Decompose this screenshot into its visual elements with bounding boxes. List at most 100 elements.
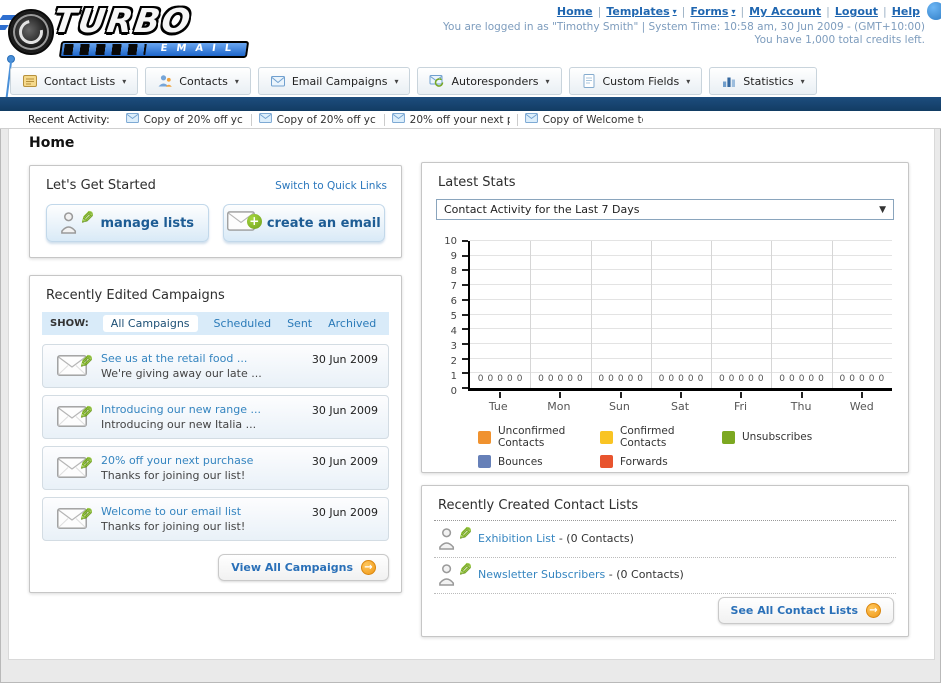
data-label-zero: 0 <box>697 374 704 384</box>
zero-value-group: 00000 <box>651 366 711 385</box>
activity-separator <box>250 113 252 126</box>
zero-value-group: 00000 <box>832 366 892 385</box>
header-link-home[interactable]: Home <box>557 5 593 18</box>
tab-autoresponders[interactable]: Autoresponders ▾ <box>417 67 562 95</box>
recent-activity-item[interactable]: Copy of 20% off yc <box>125 113 244 126</box>
gridline-h <box>470 254 892 256</box>
turbine-icon <box>8 9 54 55</box>
chart-ylabels: 0 1 2 3 4 5 6 7 8 9 10 <box>438 236 464 397</box>
y-tick-label: 4 <box>450 326 457 337</box>
login-info: You are logged in as "Timothy Smith" | S… <box>443 21 925 33</box>
pencil-icon: ✎ <box>78 505 93 525</box>
campaign-subtitle: We're giving away our late ... <box>101 367 262 380</box>
credits-info: You have 1,000 total credits left. <box>754 34 925 46</box>
see-all-contact-lists-button[interactable]: See All Contact Lists → <box>717 597 894 624</box>
gridline-h <box>470 269 892 271</box>
view-all-campaigns-button[interactable]: View All Campaigns → <box>218 554 389 581</box>
contact-list-item: ✎ Exhibition List - (0 Contacts) <box>434 522 896 558</box>
data-label-zero: 0 <box>818 374 824 384</box>
campaign-date: 30 Jun 2009 <box>311 455 378 468</box>
contact-list-name-link[interactable]: Exhibition List <box>478 532 555 545</box>
filter-archived[interactable]: Archived <box>328 317 376 330</box>
header-link-separator: | <box>740 5 745 18</box>
turbo-email-logo: TURBO EMAIL <box>0 1 268 61</box>
turbo-email-app: TURBO EMAIL Home | Templates ▾ | Forms ▾ | My Ac… <box>0 0 941 683</box>
manage-lists-label: manage lists <box>100 215 195 231</box>
contact-activity-chart: 0 1 2 3 4 5 6 7 8 9 10 000000000000000000000000000… <box>438 236 892 468</box>
contact-lists-icon <box>22 73 38 89</box>
navy-divider-bar <box>0 97 941 111</box>
create-email-label: create an email <box>266 215 381 231</box>
data-label-zero: 0 <box>516 374 523 384</box>
chart-days: Tue Mon Sun Sat Fri Thu Wed <box>468 391 892 415</box>
campaign-filterbar: SHOW: All Campaigns Scheduled Sent Archived <box>42 312 389 335</box>
filter-scheduled[interactable]: Scheduled <box>214 317 272 330</box>
campaign-title-link[interactable]: Introducing our new range ... <box>101 403 302 416</box>
tab-label: Contact Lists <box>44 74 116 88</box>
zero-value-group: 00000 <box>771 366 831 385</box>
switch-to-quick-links[interactable]: Switch to Quick Links <box>275 180 387 192</box>
header-link-logout[interactable]: Logout <box>835 5 878 18</box>
y-tick <box>462 357 468 360</box>
header-link-templates[interactable]: Templates ▾ <box>606 5 676 18</box>
tab-contacts[interactable]: Contacts ▾ <box>145 67 251 95</box>
contact-list-name-link[interactable]: Newsletter Subscribers <box>478 568 605 581</box>
data-label-zero: 0 <box>849 374 855 384</box>
speed-stripes <box>63 44 147 55</box>
campaign-title-link[interactable]: See us at the retail food ... <box>101 352 302 365</box>
chevron-down-icon: ▾ <box>731 7 736 16</box>
y-tick-label: 5 <box>450 311 457 322</box>
data-label-zero: 0 <box>487 374 494 384</box>
logo-word: TURBO <box>51 1 195 40</box>
header-link-forms[interactable]: Forms ▾ <box>690 5 735 18</box>
chevron-down-icon: ▾ <box>800 76 805 86</box>
campaign-title-link[interactable]: 20% off your next purchase <box>101 454 302 467</box>
data-label-zero: 0 <box>538 374 544 384</box>
manage-lists-button[interactable]: ✎ manage lists <box>46 204 209 242</box>
tab-email-campaigns[interactable]: Email Campaigns ▾ <box>257 67 411 95</box>
activity-item-label: 20% off your next p <box>409 113 510 126</box>
recent-activity-item[interactable]: Copy of 20% off yc <box>258 113 377 126</box>
pencil-icon: ✎ <box>78 352 93 372</box>
legend-swatch <box>478 455 491 468</box>
tab-statistics[interactable]: Statistics ▾ <box>709 67 817 95</box>
data-label-zero: 0 <box>658 374 665 384</box>
see-all-wrap: See All Contact Lists → <box>717 597 894 624</box>
chevron-down-icon: ▾ <box>686 76 691 86</box>
plus-icon: + <box>246 214 262 229</box>
data-label-zero: 0 <box>779 374 785 384</box>
data-label-zero: 0 <box>808 374 815 384</box>
x-tick-label: Sun <box>608 400 630 413</box>
zero-value-group: 00000 <box>470 366 530 385</box>
x-tick-label: Sat <box>670 400 690 413</box>
stats-dropdown[interactable]: Contact Activity for the Last 7 Days ▼ <box>436 199 894 220</box>
recently-created-contact-lists-panel: Recently Created Contact Lists ✎ Exhibiti… <box>421 485 909 637</box>
recent-activity-item[interactable]: 20% off your next p <box>391 113 510 126</box>
tab-label: Autoresponders <box>451 74 539 88</box>
campaign-title-link[interactable]: Welcome to our email list <box>101 505 302 518</box>
data-label-zero: 0 <box>878 374 885 384</box>
campaign-list-item: ✎ Introducing our new range ... Introducin… <box>42 395 389 439</box>
logo-band: EMAIL <box>58 41 250 58</box>
recent-activity-bar: Recent Activity: Copy of 20% off yc Copy … <box>0 111 941 129</box>
activity-separator <box>383 113 385 126</box>
view-all-wrap: View All Campaigns → <box>218 554 389 581</box>
header-link-help[interactable]: Help <box>892 5 920 18</box>
legend-label: Unsubscribes <box>742 431 813 443</box>
filter-sent[interactable]: Sent <box>287 317 312 330</box>
create-email-button[interactable]: + create an email <box>222 204 385 242</box>
header-link-my-account[interactable]: My Account <box>749 5 821 18</box>
data-label-zero: 0 <box>497 374 503 384</box>
get-started-panel: Let's Get Started Switch to Quick Links … <box>29 165 402 258</box>
tab-contact-lists[interactable]: Contact Lists ▾ <box>10 67 139 95</box>
y-tick-label: 9 <box>450 251 457 262</box>
data-label-zero: 0 <box>557 374 564 384</box>
chat-bubble-icon[interactable] <box>927 2 941 20</box>
tab-custom-fields[interactable]: Custom Fields ▾ <box>568 67 703 95</box>
filter-all-campaigns[interactable]: All Campaigns <box>102 315 198 332</box>
chevron-down-icon: ▾ <box>234 76 239 86</box>
legend-swatch <box>600 455 613 468</box>
campaign-list-item: ✎ Welcome to our email list Thanks for joi… <box>42 497 389 541</box>
campaign-date: 30 Jun 2009 <box>311 353 378 366</box>
recent-activity-item[interactable]: Copy of Welcome tc <box>524 113 643 126</box>
